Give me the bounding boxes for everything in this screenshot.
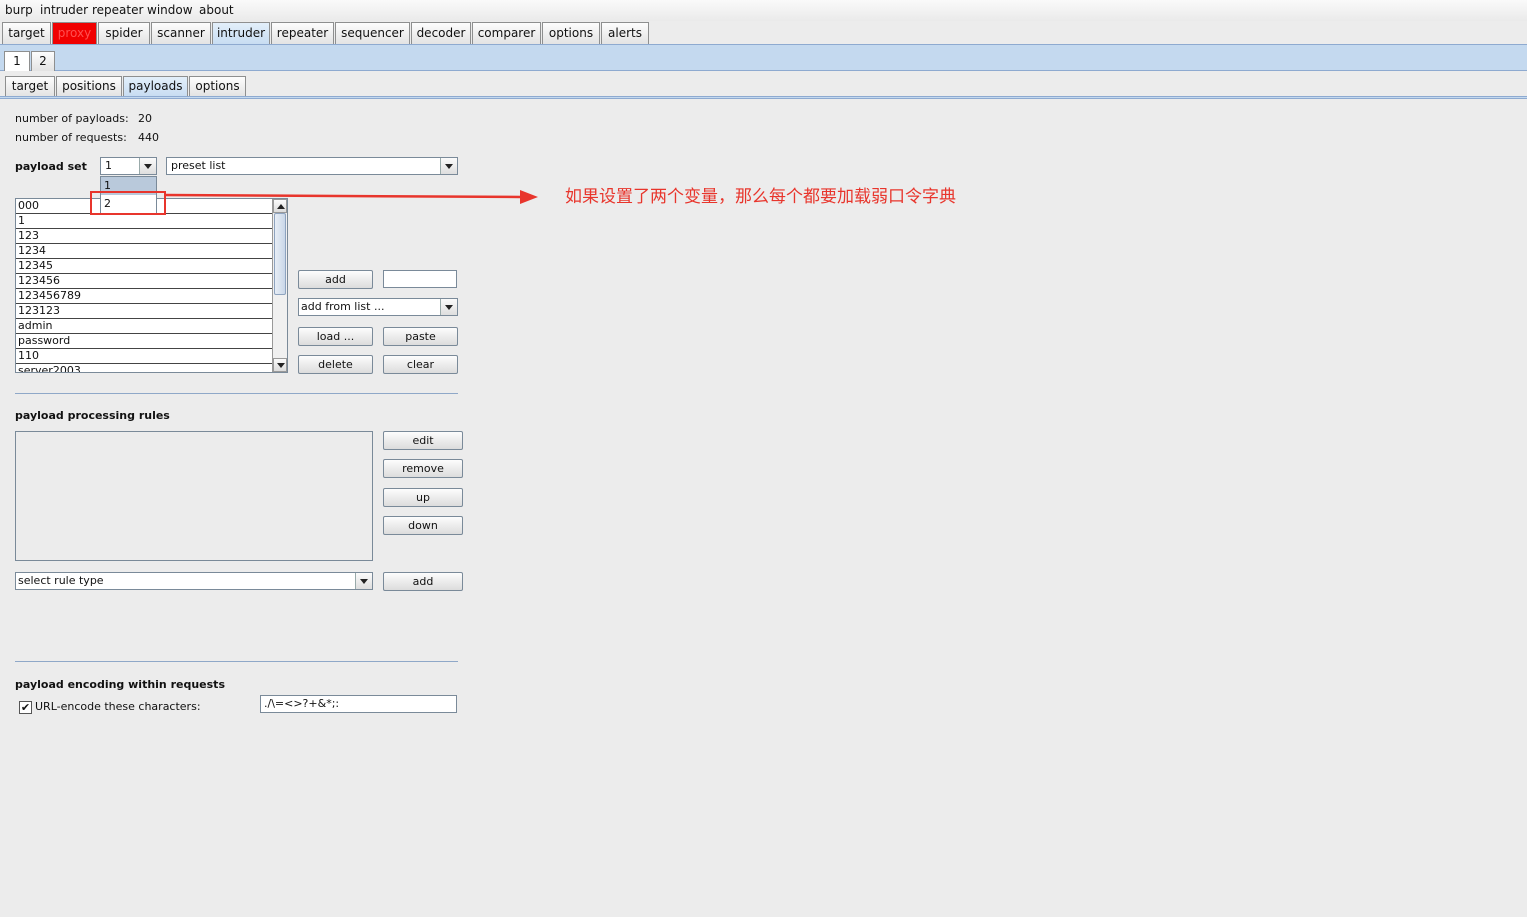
rule-type-select[interactable]: select rule type — [15, 572, 373, 590]
add-payload-field[interactable] — [383, 270, 457, 288]
processing-rules-list[interactable] — [15, 431, 373, 561]
menu-repeater[interactable]: repeater — [92, 3, 143, 17]
list-item[interactable]: admin — [16, 319, 273, 334]
remove-rule-button[interactable]: remove — [383, 459, 463, 478]
main-tab-bar: target proxy spider scanner intruder rep… — [0, 22, 1527, 45]
menu-burp[interactable]: burp — [5, 3, 33, 17]
payload-set-label: payload set — [15, 160, 87, 173]
tab-intruder[interactable]: intruder — [212, 22, 270, 44]
tab-proxy[interactable]: proxy — [52, 22, 97, 44]
attack-tab-strip — [0, 44, 1527, 71]
list-item[interactable]: 123456 — [16, 274, 273, 289]
chevron-down-icon — [139, 158, 156, 174]
subtab-positions[interactable]: positions — [56, 76, 122, 96]
processing-rules-title: payload processing rules — [15, 409, 170, 422]
add-from-list-select[interactable]: add from list ... — [298, 298, 458, 316]
payload-set-select[interactable]: 1 — [100, 157, 157, 175]
list-item[interactable]: 123456789 — [16, 289, 273, 304]
sub-tab-underline — [0, 96, 1527, 99]
tab-sequencer[interactable]: sequencer — [335, 22, 410, 44]
payload-set-value: 1 — [105, 159, 112, 172]
request-count-value: 440 — [138, 131, 159, 144]
separator — [15, 661, 458, 662]
list-item[interactable]: server2003 — [16, 364, 273, 372]
annotation-text: 如果设置了两个变量，那么每个都要加载弱口令字典 — [565, 187, 956, 207]
chevron-down-icon — [440, 299, 457, 315]
annotation-arrow-icon — [164, 190, 538, 204]
tab-alerts[interactable]: alerts — [601, 22, 649, 44]
request-count-label: number of requests: — [15, 131, 127, 144]
payload-type-select[interactable]: preset list — [166, 157, 458, 175]
list-item[interactable]: 1 — [16, 214, 273, 229]
list-item[interactable]: 123123 — [16, 304, 273, 319]
list-item[interactable]: 12345 — [16, 259, 273, 274]
url-encode-label: URL-encode these characters: — [35, 700, 201, 713]
subtab-options[interactable]: options — [189, 76, 246, 96]
add-payload-button[interactable]: add — [298, 270, 373, 289]
encoding-title: payload encoding within requests — [15, 678, 225, 691]
rule-type-value: select rule type — [18, 574, 104, 587]
url-encode-checkbox[interactable]: ✔ — [19, 701, 32, 714]
chevron-down-icon — [355, 573, 372, 589]
menu-bar: burp intruder repeater window about — [0, 0, 1527, 21]
subtab-target[interactable]: target — [5, 76, 55, 96]
paste-button[interactable]: paste — [383, 327, 458, 346]
tab-spider[interactable]: spider — [98, 22, 150, 44]
payload-count-label: number of payloads: — [15, 112, 129, 125]
rule-up-button[interactable]: up — [383, 488, 463, 507]
tab-options[interactable]: options — [542, 22, 600, 44]
tab-decoder[interactable]: decoder — [411, 22, 471, 44]
tab-target[interactable]: target — [2, 22, 51, 44]
attack-tab-2[interactable]: 2 — [31, 51, 55, 71]
subtab-payloads[interactable]: payloads — [123, 76, 188, 96]
attack-tab-1[interactable]: 1 — [4, 51, 30, 71]
scroll-thumb[interactable] — [274, 213, 286, 295]
list-item[interactable]: 110 — [16, 349, 273, 364]
menu-intruder[interactable]: intruder — [40, 3, 88, 17]
url-encode-chars-field[interactable]: ./\=<>?+&*;: — [260, 695, 457, 713]
scroll-down-icon[interactable] — [273, 358, 287, 372]
payload-type-value: preset list — [171, 159, 226, 172]
list-scrollbar[interactable] — [272, 199, 287, 372]
add-rule-button[interactable]: add — [383, 572, 463, 591]
add-from-list-value: add from list ... — [301, 300, 385, 313]
menu-window[interactable]: window — [147, 3, 193, 17]
clear-button[interactable]: clear — [383, 355, 458, 374]
payload-list[interactable]: 000 1 123 1234 12345 123456 123456789 12… — [15, 198, 288, 373]
separator — [15, 393, 458, 394]
rule-down-button[interactable]: down — [383, 516, 463, 535]
payload-count-value: 20 — [138, 112, 152, 125]
list-item[interactable]: password — [16, 334, 273, 349]
annotation-highlight-box — [90, 191, 166, 215]
edit-rule-button[interactable]: edit — [383, 431, 463, 450]
tab-scanner[interactable]: scanner — [151, 22, 211, 44]
delete-button[interactable]: delete — [298, 355, 373, 374]
menu-about[interactable]: about — [199, 3, 234, 17]
tab-repeater[interactable]: repeater — [271, 22, 334, 44]
tab-comparer[interactable]: comparer — [472, 22, 541, 44]
list-item[interactable]: 123 — [16, 229, 273, 244]
chevron-down-icon — [440, 158, 457, 174]
load-button[interactable]: load ... — [298, 327, 373, 346]
list-item[interactable]: 1234 — [16, 244, 273, 259]
